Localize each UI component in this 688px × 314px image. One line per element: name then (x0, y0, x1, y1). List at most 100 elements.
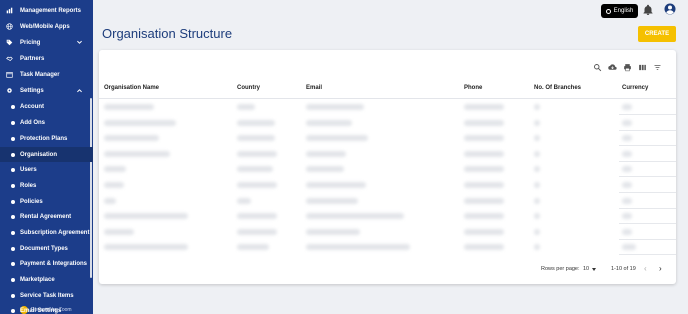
tag-icon (6, 39, 13, 46)
sidebar-item-web-mobile-apps[interactable]: Web/Mobile Apps (0, 19, 93, 34)
sidebar-item-label: Roles (20, 182, 37, 189)
sidebar-item-account[interactable]: Account (0, 99, 93, 114)
columns-icon[interactable] (638, 59, 647, 71)
column-header-country[interactable]: Country (237, 85, 260, 91)
sidebar-item-subscription-agreement[interactable]: Subscription Agreement (0, 225, 93, 240)
next-page-icon[interactable]: › (659, 264, 667, 273)
language-button[interactable]: English (601, 4, 638, 18)
table-cell (104, 104, 154, 110)
column-header-organisation-name[interactable]: Organisation Name (104, 85, 159, 91)
bell-icon[interactable] (642, 4, 654, 16)
sidebar-item-partners[interactable]: Partners (0, 51, 93, 66)
table-cell (104, 182, 124, 188)
sidebar-item-users[interactable]: Users (0, 162, 93, 177)
table-row[interactable] (99, 240, 676, 256)
table-cell (464, 135, 504, 142)
table-cell (237, 119, 275, 126)
gear-icon (6, 87, 13, 94)
sidebar-item-policies[interactable]: Policies (0, 194, 93, 209)
table-row[interactable] (99, 178, 676, 193)
chevron-down-icon (76, 39, 83, 46)
table-row[interactable] (99, 116, 676, 131)
table-cell (237, 104, 255, 110)
table-cell (237, 135, 275, 142)
page-range: 1-10 of 19 (611, 266, 636, 272)
language-icon (605, 8, 611, 14)
download-icon[interactable] (608, 59, 617, 70)
row-divider (619, 254, 676, 256)
account-icon[interactable] (664, 3, 676, 15)
table-cell (622, 197, 632, 204)
sidebar-item-label: Rental Agreement (20, 213, 72, 220)
table-cell (534, 150, 540, 157)
sidebar-item-document-types[interactable]: Document Types (0, 241, 93, 256)
rows-per-page-value: 10 (583, 266, 590, 272)
table-cell (622, 119, 632, 126)
table-cell (306, 135, 368, 142)
bullet-icon (11, 230, 15, 235)
sidebar-item-management-reports[interactable]: Management Reports (0, 3, 93, 18)
table-cell (237, 197, 251, 204)
sidebar-item-protection-plans[interactable]: Protection Plans (0, 131, 93, 146)
bullet-icon (11, 277, 15, 282)
sidebar-item-label: Service Task Items (20, 292, 74, 299)
table-row[interactable] (99, 147, 676, 162)
create-button[interactable]: CREATE (638, 26, 676, 42)
sidebar-item-organisation[interactable]: Organisation (0, 147, 93, 162)
table-row[interactable] (99, 194, 676, 209)
sidebar-item-label: Subscription Agreement (20, 229, 90, 236)
table-cell (622, 150, 632, 157)
sidebar-item-payment-integrations[interactable]: Payment & Integrations (0, 256, 93, 271)
sidebar-item-pricing[interactable]: Pricing (0, 35, 93, 50)
bullet-icon (11, 199, 15, 204)
table-row[interactable] (99, 225, 676, 240)
column-header-currency[interactable]: Currency (622, 85, 648, 91)
filter-icon[interactable] (653, 59, 662, 70)
sidebar-item-settings[interactable]: Settings (0, 83, 93, 98)
print-icon[interactable] (623, 59, 632, 72)
table-cell (534, 228, 540, 235)
table-cell (622, 244, 636, 251)
table-row[interactable] (99, 209, 676, 225)
bullet-icon (11, 104, 15, 109)
sidebar-item-add-ons[interactable]: Add Ons (0, 115, 93, 130)
bullet-icon (11, 152, 15, 157)
sidebar-item-label: Payment & Integrations (20, 260, 88, 267)
sidebar-item-email-settings[interactable]: Email Settings (0, 303, 93, 314)
previous-page-icon[interactable]: ‹ (644, 264, 652, 273)
sidebar-item-service-task-items[interactable]: Service Task Items (0, 288, 93, 303)
rows-per-page-label: Rows per page: (541, 266, 580, 272)
sidebar-item-label: Users (20, 166, 37, 173)
bullet-icon (11, 261, 15, 266)
rows-per-page-select[interactable]: 10 (583, 266, 597, 272)
bullet-icon (11, 308, 15, 313)
table-cell (464, 228, 504, 235)
sidebar-item-rental-agreement[interactable]: Rental Agreement (0, 209, 93, 224)
sidebar-item-label: Marketplace (20, 276, 55, 283)
table-row[interactable] (99, 100, 676, 115)
table-row[interactable] (99, 162, 676, 178)
column-header-phone[interactable]: Phone (464, 85, 482, 91)
table-cell (104, 228, 134, 235)
table-cell (534, 182, 540, 188)
sidebar-item-label: Management Reports (20, 7, 82, 14)
table-cell (237, 150, 277, 157)
table-cell (237, 166, 273, 173)
sidebar-item-task-manager[interactable]: Task Manager (0, 67, 93, 82)
bullet-icon (11, 183, 15, 188)
table-cell (464, 150, 504, 157)
table-cell (104, 135, 159, 142)
table-cell (104, 244, 188, 251)
table-cell (306, 182, 366, 188)
table-cell (237, 244, 269, 251)
sidebar-item-marketplace[interactable]: Marketplace (0, 272, 93, 287)
column-header-email[interactable]: Email (306, 85, 322, 91)
table-cell (622, 182, 632, 188)
sidebar-item-label: Partners (20, 55, 45, 62)
sidebar-item-roles[interactable]: Roles (0, 178, 93, 193)
search-icon[interactable] (593, 59, 602, 72)
column-header-branches[interactable]: No. Of Branches (534, 85, 581, 91)
table-cell (534, 244, 540, 251)
table-cell (622, 135, 632, 142)
table-row[interactable] (99, 131, 676, 147)
